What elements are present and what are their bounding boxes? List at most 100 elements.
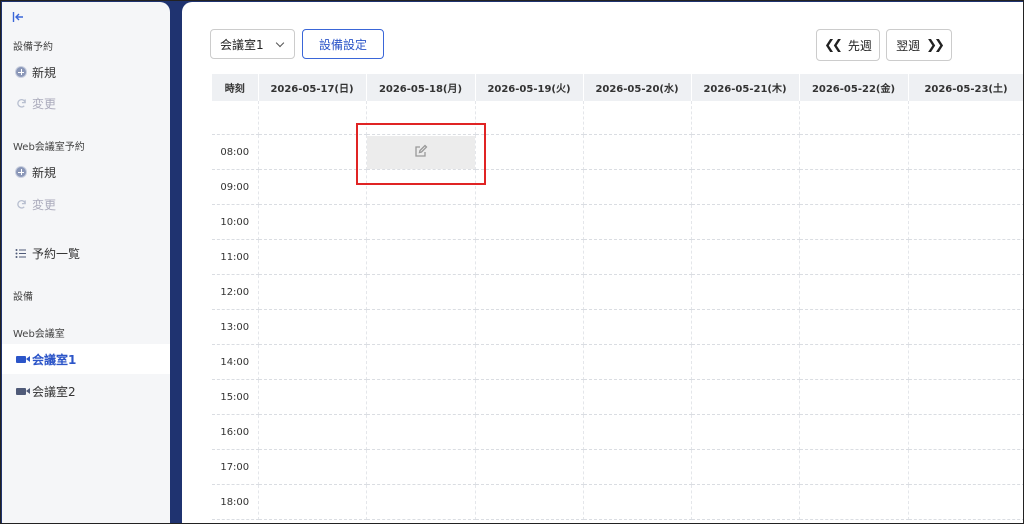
time-slot-cell[interactable] — [475, 239, 584, 275]
collapse-sidebar-icon[interactable] — [12, 11, 24, 26]
time-slot-cell[interactable] — [908, 379, 1023, 415]
reservation-list-item[interactable]: 予約一覧 — [2, 238, 170, 268]
time-slot-cell[interactable] — [258, 379, 367, 415]
time-slot-cell[interactable] — [258, 449, 367, 485]
sidebar-item-room-2[interactable]: 会議室2 — [2, 376, 170, 406]
facility-settings-button[interactable]: 設備設定 — [302, 29, 384, 59]
table-row: 09:00 — [212, 169, 1023, 205]
time-slot-cell[interactable] — [366, 379, 476, 415]
room-select[interactable]: 会議室1 — [210, 29, 295, 59]
time-slot-cell[interactable] — [908, 414, 1023, 450]
add-circle-icon — [14, 165, 28, 179]
time-slot-cell[interactable] — [258, 414, 367, 450]
time-slot-cell[interactable] — [258, 169, 367, 205]
time-slot-cell[interactable] — [691, 134, 800, 170]
time-slot-cell[interactable] — [475, 379, 584, 415]
time-slot-cell[interactable] — [583, 344, 692, 380]
time-slot-cell[interactable] — [258, 274, 367, 310]
time-slot-cell[interactable] — [691, 484, 800, 520]
time-slot-cell[interactable] — [475, 449, 584, 485]
time-label: 08:00 — [212, 134, 259, 170]
time-slot-cell[interactable] — [908, 239, 1023, 275]
time-slot-cell[interactable] — [799, 449, 909, 485]
time-slot-cell[interactable] — [691, 204, 800, 240]
prev-week-button[interactable]: ❮❮ 先週 — [816, 29, 880, 61]
time-slot-cell[interactable] — [475, 344, 584, 380]
time-slot-cell[interactable] — [258, 239, 367, 275]
time-slot-cell[interactable] — [258, 309, 367, 345]
table-row: 11:00 — [212, 239, 1023, 275]
time-slot-cell[interactable] — [583, 274, 692, 310]
time-slot-cell[interactable] — [583, 101, 692, 135]
sidebar-item-room-1[interactable]: 会議室1 — [2, 344, 170, 374]
time-slot-cell[interactable] — [366, 274, 476, 310]
time-slot-cell[interactable] — [583, 379, 692, 415]
time-slot-cell[interactable] — [366, 344, 476, 380]
time-slot-cell[interactable] — [908, 344, 1023, 380]
time-slot-cell[interactable] — [475, 274, 584, 310]
time-slot-cell[interactable] — [583, 169, 692, 205]
time-slot-cell[interactable] — [691, 239, 800, 275]
time-slot-cell[interactable] — [366, 204, 476, 240]
time-slot-cell[interactable] — [691, 101, 800, 135]
time-slot-cell[interactable] — [258, 101, 367, 135]
web-change-item[interactable]: 変更 — [2, 189, 170, 219]
time-slot-cell[interactable] — [583, 449, 692, 485]
next-week-button[interactable]: 翌週 ❯❯ — [886, 29, 952, 61]
time-slot-cell[interactable] — [583, 309, 692, 345]
time-slot-cell[interactable] — [583, 134, 692, 170]
time-slot-cell[interactable] — [691, 169, 800, 205]
time-slot-cell[interactable] — [908, 204, 1023, 240]
time-slot-cell[interactable] — [908, 449, 1023, 485]
time-slot-cell[interactable] — [799, 274, 909, 310]
time-slot-cell[interactable] — [799, 239, 909, 275]
time-slot-cell[interactable] — [908, 101, 1023, 135]
time-slot-cell[interactable] — [799, 101, 909, 135]
facility-change-item[interactable]: 変更 — [2, 88, 170, 118]
time-slot-cell[interactable] — [799, 204, 909, 240]
time-slot-cell[interactable] — [799, 309, 909, 345]
time-slot-cell[interactable] — [475, 484, 584, 520]
time-slot-cell[interactable] — [366, 484, 476, 520]
time-slot-cell[interactable] — [366, 239, 476, 275]
time-slot-cell[interactable] — [799, 484, 909, 520]
time-slot-cell[interactable] — [908, 309, 1023, 345]
facility-new-item[interactable]: 新規 — [2, 57, 170, 87]
time-slot-cell[interactable] — [258, 484, 367, 520]
time-slot-cell[interactable] — [258, 134, 367, 170]
time-label: 14:00 — [212, 344, 259, 380]
time-slot-cell[interactable] — [691, 274, 800, 310]
time-slot-cell[interactable] — [475, 134, 584, 170]
time-slot-cell[interactable] — [583, 239, 692, 275]
time-slot-cell[interactable] — [475, 414, 584, 450]
time-slot-cell[interactable] — [258, 344, 367, 380]
time-slot-cell[interactable] — [366, 449, 476, 485]
time-slot-cell[interactable] — [691, 379, 800, 415]
time-slot-cell[interactable] — [908, 274, 1023, 310]
time-slot-cell[interactable] — [799, 344, 909, 380]
time-slot-cell[interactable] — [691, 309, 800, 345]
time-slot-cell[interactable] — [475, 169, 584, 205]
time-slot-cell[interactable] — [908, 169, 1023, 205]
time-slot-cell[interactable] — [475, 204, 584, 240]
time-slot-cell[interactable] — [799, 379, 909, 415]
time-slot-cell[interactable] — [583, 204, 692, 240]
time-slot-cell[interactable] — [908, 134, 1023, 170]
time-slot-cell[interactable] — [799, 134, 909, 170]
video-camera-icon — [14, 352, 30, 366]
time-slot-cell[interactable] — [475, 309, 584, 345]
time-slot-cell[interactable] — [475, 101, 584, 135]
time-slot-cell[interactable] — [366, 414, 476, 450]
time-slot-cell[interactable] — [258, 204, 367, 240]
time-slot-cell[interactable] — [583, 414, 692, 450]
time-slot-cell[interactable] — [691, 449, 800, 485]
time-slot-cell[interactable] — [366, 309, 476, 345]
time-slot-cell[interactable] — [799, 169, 909, 205]
time-slot-cell[interactable] — [583, 484, 692, 520]
day-header: 2026-05-17(日) — [258, 74, 367, 101]
time-slot-cell[interactable] — [691, 414, 800, 450]
time-slot-cell[interactable] — [799, 414, 909, 450]
time-slot-cell[interactable] — [691, 344, 800, 380]
time-slot-cell[interactable] — [908, 484, 1023, 520]
web-new-item[interactable]: 新規 — [2, 157, 170, 187]
